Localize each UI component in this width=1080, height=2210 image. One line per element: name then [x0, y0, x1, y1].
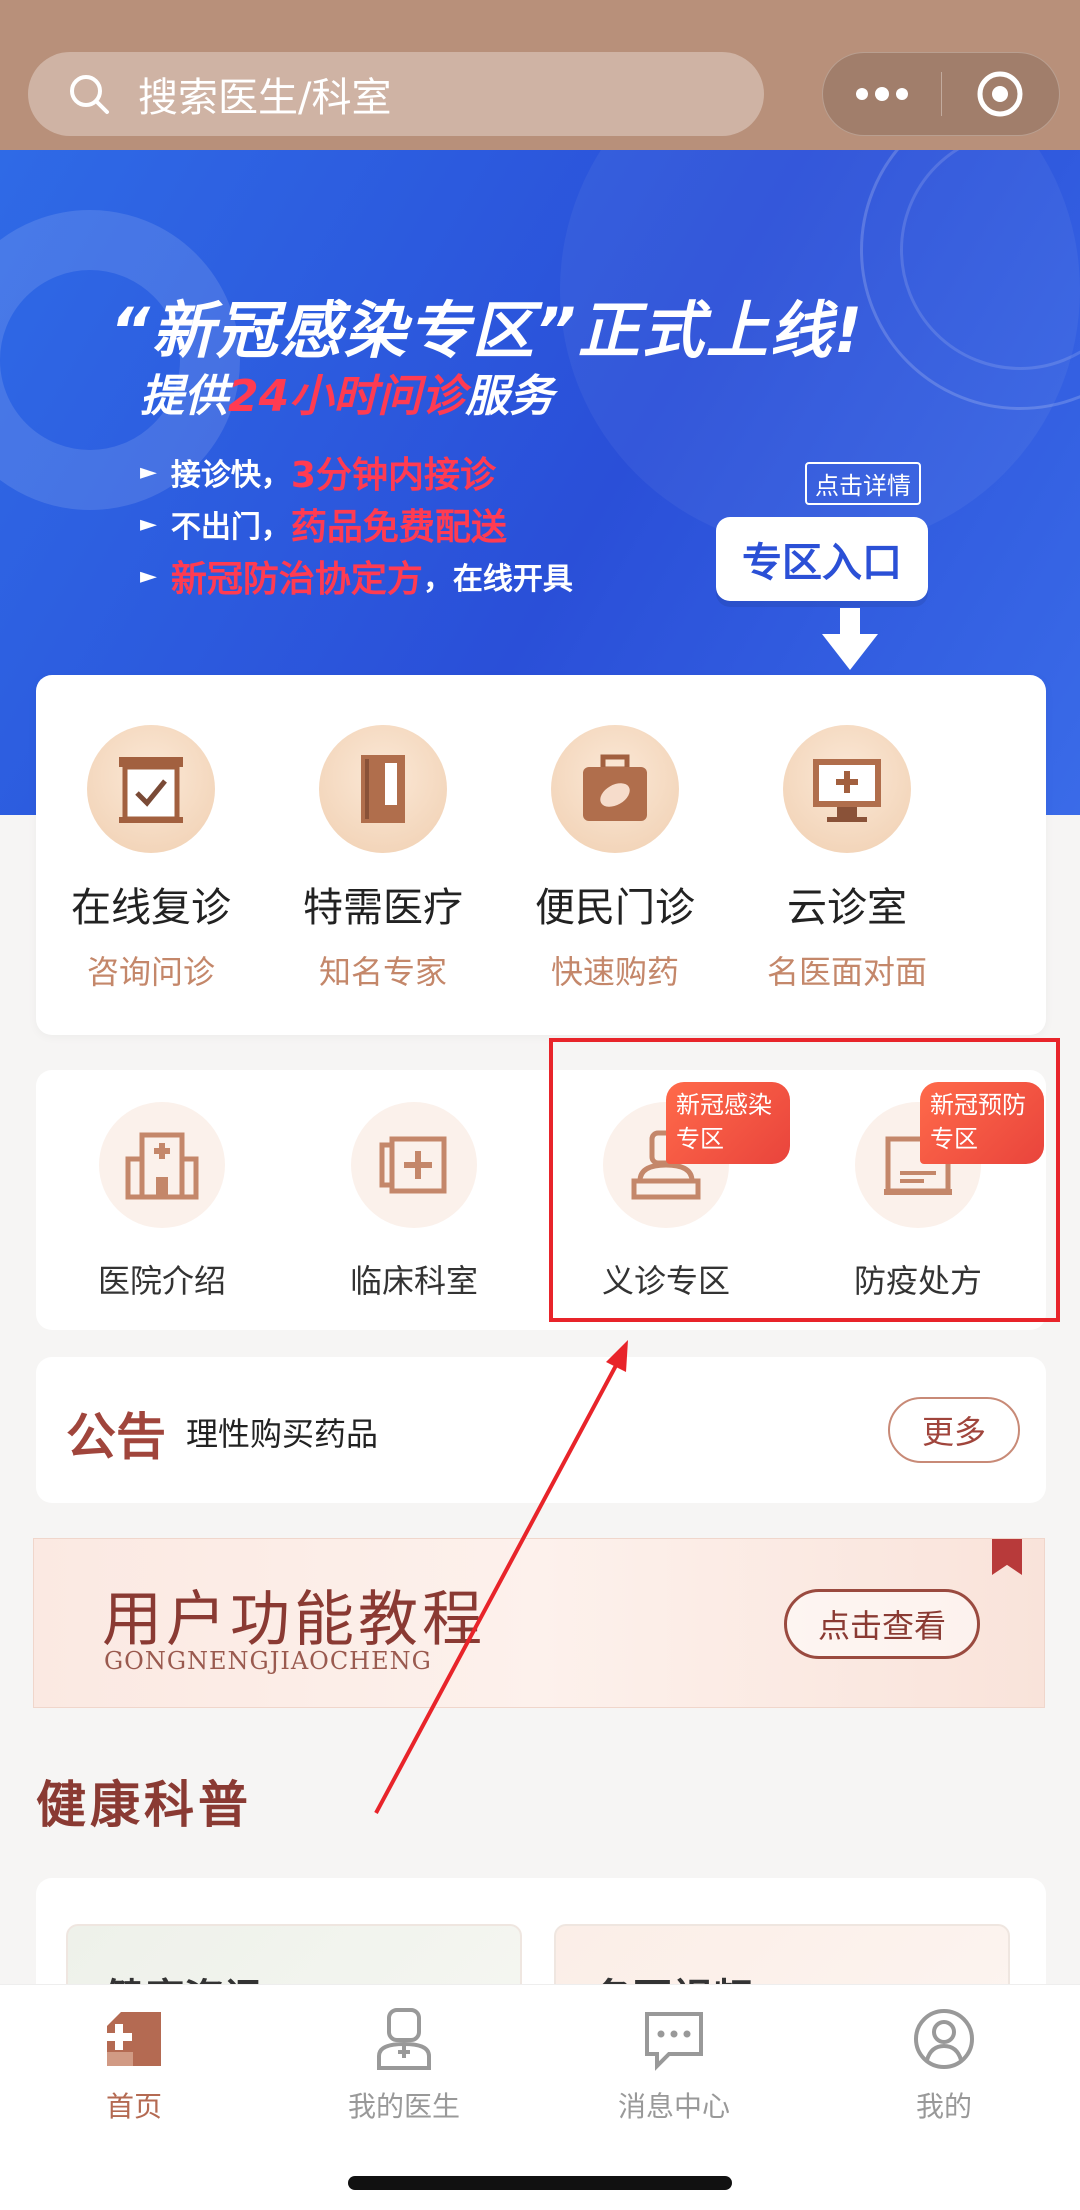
service-title: 便民门诊 [535, 885, 695, 931]
search-icon [68, 73, 110, 115]
notice-more-button[interactable]: 更多 [888, 1397, 1020, 1463]
tab-my-doctor[interactable]: 我的医生 [304, 2001, 504, 2125]
banner-subtitle: 提供24小时问诊服务 [140, 360, 553, 424]
health-section-title: 健康科普 [36, 1775, 252, 1834]
notice-bar[interactable]: 公告 理性购买药品 更多 [36, 1357, 1046, 1503]
tutorial-banner[interactable]: 用户功能教程 GONGNENGJIAOCHENG 点击查看 [33, 1538, 1045, 1708]
bullet-arrow-icon: ► [140, 511, 157, 537]
banner-subtitle-suffix: 服务 [465, 371, 554, 422]
service-title: 特需医疗 [303, 885, 463, 931]
banner-headline: “新冠感染专区”正式上线! [110, 294, 865, 367]
tab-home[interactable]: 首页 [34, 2001, 234, 2125]
message-icon [574, 2001, 774, 2077]
medicine-kit-icon [551, 725, 679, 853]
service-title: 云诊室 [787, 885, 907, 931]
bullet-arrow-icon: ► [140, 459, 157, 485]
service-subtitle: 快速购药 [550, 953, 679, 991]
service-special-care[interactable]: 特需医疗 知名专家 [268, 725, 498, 993]
banner-bullet: ► 接诊快， 3分钟内接诊 [140, 455, 496, 496]
home-indicator [348, 2176, 732, 2190]
doctor-icon [304, 2001, 504, 2077]
tab-messages[interactable]: 消息中心 [574, 2001, 774, 2125]
tab-me[interactable]: 我的 [844, 2001, 1044, 2125]
dept-hospital-intro[interactable]: 医院介绍 [36, 1102, 288, 1302]
home-plus-icon [34, 2001, 234, 2077]
down-arrow-icon [822, 608, 878, 676]
notice-text: 理性购买药品 [186, 1415, 379, 1453]
dept-title: 临床科室 [349, 1262, 478, 1300]
bookmark-icon [992, 1539, 1022, 1575]
clinic-sign-icon [351, 1102, 477, 1228]
service-subtitle: 咨询问诊 [86, 953, 215, 991]
banner-bullet: ► 不出门， 药品免费配送 [140, 507, 507, 548]
service-convenience-clinic[interactable]: 便民门诊 快速购药 [500, 725, 730, 993]
search-placeholder: 搜索医生/科室 [138, 75, 392, 121]
top-bar: 搜索医生/科室 [0, 0, 1080, 150]
banner-bullet: ► 新冠防治协定方 ，在线开具 [140, 559, 573, 600]
services-card: 在线复诊 咨询问诊 特需医疗 知名专家 便民门诊 快速购药 云诊室 名医面对面 [36, 675, 1046, 1035]
banner-subtitle-highlight: 24小时问诊 [228, 371, 466, 422]
checkbox-icon [87, 725, 215, 853]
search-bar[interactable]: 搜索医生/科室 [28, 52, 764, 136]
service-subtitle: 名医面对面 [766, 953, 927, 991]
tab-label: 消息中心 [617, 2090, 730, 2123]
bullet-arrow-icon: ► [140, 563, 157, 589]
detail-tag[interactable]: 点击详情 [805, 462, 921, 505]
hospital-icon [99, 1102, 225, 1228]
mini-program-capsule [822, 52, 1060, 136]
tab-label: 首页 [105, 2090, 162, 2123]
annotation-highlight-box [549, 1038, 1060, 1322]
service-title: 在线复诊 [71, 885, 231, 931]
banner-bullets: ► 接诊快， 3分钟内接诊 ► 不出门， 药品免费配送 ► 新冠防治协定方 ，在线开具 [140, 446, 573, 602]
dept-title: 医院介绍 [97, 1262, 226, 1300]
tutorial-title: 用户功能教程 [102, 1585, 486, 1655]
tutorial-pinyin: GONGNENGJIAOCHENG [104, 1647, 432, 1675]
tutorial-view-button[interactable]: 点击查看 [784, 1589, 980, 1659]
dept-clinical[interactable]: 临床科室 [288, 1102, 540, 1302]
service-subtitle: 知名专家 [318, 953, 447, 991]
target-icon[interactable] [941, 53, 1059, 135]
zone-entry-button[interactable]: 专区入口 [716, 517, 928, 601]
banner-subtitle-prefix: 提供 [140, 371, 228, 422]
user-icon [844, 2001, 1044, 2077]
tab-label: 我的医生 [347, 2090, 460, 2123]
service-online-revisit[interactable]: 在线复诊 咨询问诊 [36, 725, 266, 993]
door-icon [319, 725, 447, 853]
tab-label: 我的 [915, 2090, 972, 2123]
service-cloud-clinic[interactable]: 云诊室 名医面对面 [732, 725, 962, 993]
monitor-cross-icon [783, 725, 911, 853]
more-dots-icon[interactable] [823, 53, 941, 135]
notice-label: 公告 [66, 1407, 166, 1466]
